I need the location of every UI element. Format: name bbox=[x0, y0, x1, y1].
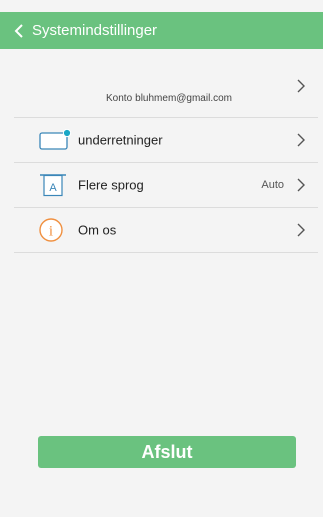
account-row[interactable]: Konto bluhmem@gmail.com bbox=[14, 66, 318, 118]
settings-row-languages[interactable]: A Flere sprog Auto bbox=[14, 163, 318, 208]
settings-row-notifications[interactable]: underretninger bbox=[14, 118, 318, 163]
language-value: Auto bbox=[261, 179, 284, 191]
chevron-right-icon bbox=[297, 133, 305, 147]
settings-row-label: Om os bbox=[78, 222, 117, 238]
account-info: Konto bluhmem@gmail.com bbox=[106, 93, 232, 104]
notification-icon bbox=[39, 129, 72, 150]
account-email: bluhmem@gmail.com bbox=[135, 93, 232, 104]
language-icon: A bbox=[40, 174, 66, 197]
chevron-left-icon bbox=[14, 23, 23, 38]
exit-button[interactable]: Afslut bbox=[38, 436, 296, 468]
language-icon-letter: A bbox=[49, 182, 57, 194]
info-icon: i bbox=[39, 218, 63, 242]
back-button[interactable] bbox=[6, 12, 32, 49]
top-bar: Systemindstillinger bbox=[0, 12, 323, 49]
chevron-right-icon bbox=[297, 178, 305, 192]
chevron-right-icon bbox=[297, 79, 305, 93]
settings-row-about[interactable]: i Om os bbox=[14, 208, 318, 253]
info-icon-letter: i bbox=[49, 224, 53, 240]
page-title: Systemindstillinger bbox=[32, 22, 158, 39]
chevron-right-icon bbox=[297, 223, 305, 237]
settings-row-label: Flere sprog bbox=[78, 177, 144, 193]
account-label: Konto bbox=[106, 93, 133, 104]
settings-row-label: underretninger bbox=[78, 132, 163, 148]
